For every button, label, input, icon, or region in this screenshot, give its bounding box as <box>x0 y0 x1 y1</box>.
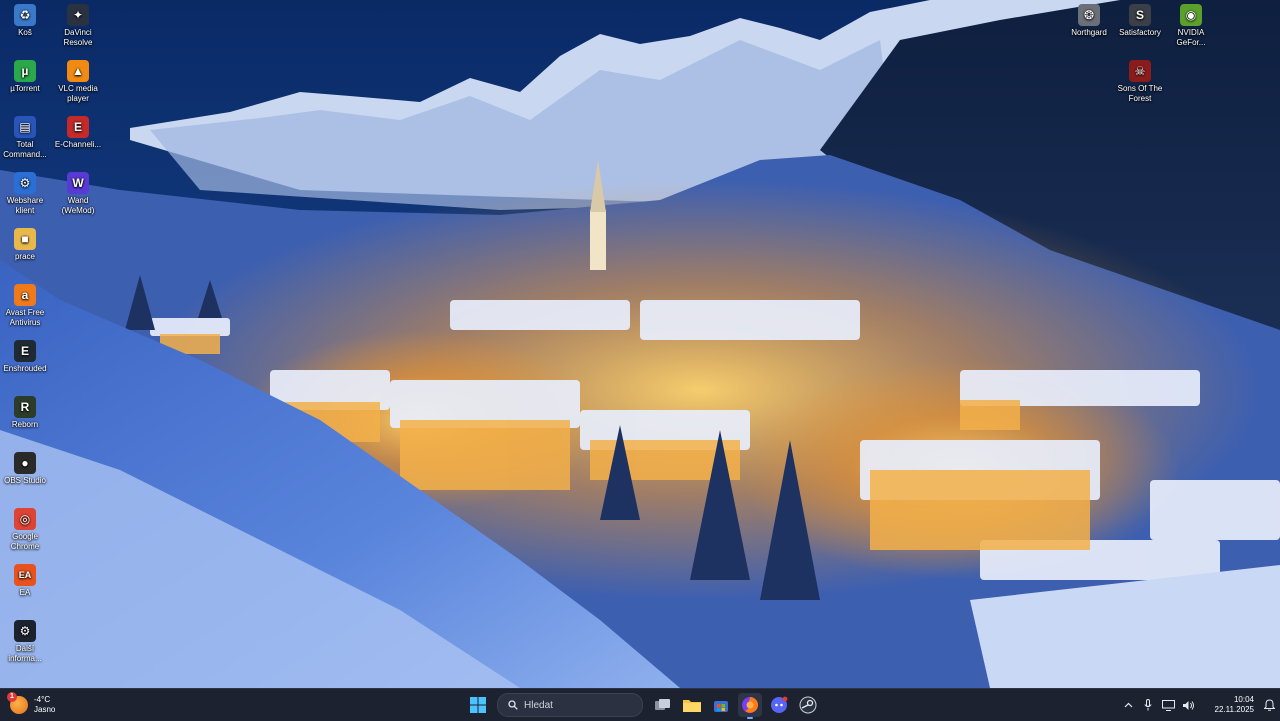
e-channelizer-icon: E <box>67 116 89 138</box>
chrome-icon: ◎ <box>14 508 36 530</box>
desktop-icon-avast[interactable]: a Avast Free Antivirus <box>0 284 50 328</box>
folder-icon <box>683 700 701 712</box>
weather-sun-icon: 1 <box>7 692 28 714</box>
store-icon <box>714 701 728 712</box>
desktop-icon-label: Northgard <box>1071 28 1107 37</box>
recycle-bin-icon: ♻ <box>14 4 36 26</box>
total-commander-icon: ▤ <box>14 116 36 138</box>
microphone-icon[interactable] <box>1138 693 1158 717</box>
tray-overflow-chevron-icon[interactable] <box>1118 693 1138 717</box>
desktop-icon-webshare[interactable]: ⚙ Webshare klient <box>0 172 50 216</box>
desktop-icon-label: prace <box>14 252 35 261</box>
folder-icon: ■ <box>14 228 36 250</box>
clock-date: 22.11.2025 <box>1214 705 1254 714</box>
taskbar: 1 -4°C Jasno Hledat 10:04 22.11.2025 <box>0 688 1280 721</box>
info-icon: ⚙ <box>14 620 36 642</box>
desktop-icon-label: Satisfactory <box>1119 28 1161 37</box>
discord-button[interactable] <box>767 693 791 717</box>
desktop-icon-label: µTorrent <box>10 84 40 93</box>
webshare-icon: ⚙ <box>14 172 36 194</box>
search-icon <box>508 700 518 710</box>
desktop-icon-sons-of-the-forest[interactable]: ☠ Sons Of The Forest <box>1115 60 1165 104</box>
reborn-icon: R <box>14 396 36 418</box>
search-placeholder: Hledat <box>524 699 553 711</box>
steam-icon <box>799 696 817 714</box>
desktop-icon-label: Enshrouded <box>3 364 47 373</box>
desktop-icon-utorrent[interactable]: µ µTorrent <box>0 60 50 94</box>
obs-icon: ● <box>14 452 36 474</box>
task-view-button[interactable] <box>651 693 675 717</box>
desktop-icon-wand[interactable]: W Wand (WeMod) <box>53 172 103 216</box>
task-view-icon <box>655 699 670 710</box>
desktop-icon-vlc[interactable]: ▲ VLC media player <box>53 60 103 104</box>
search-box[interactable]: Hledat <box>497 693 643 717</box>
desktop-icon-label: Webshare klient <box>6 196 44 215</box>
desktop-icon-label: E-Channeli... <box>54 140 102 149</box>
microsoft-store-button[interactable] <box>709 693 733 717</box>
enshrouded-icon: E <box>14 340 36 362</box>
desktop-icon-label: Další informa... <box>8 644 42 663</box>
desktop-icon-label: Koš <box>18 28 32 37</box>
desktop-icon-label: Avast Free Antivirus <box>5 308 45 327</box>
desktop-icon-label: Wand (WeMod) <box>61 196 95 215</box>
desktop-wallpaper <box>0 0 1280 688</box>
desktop-icon-label: OBS Studio <box>4 476 46 485</box>
desktop-icon-total-commander[interactable]: ▤ Total Command... <box>0 116 50 160</box>
desktop-icon-label: EA <box>19 588 31 597</box>
desktop-icon-label: Google Chrome <box>10 532 40 551</box>
desktop-icon-label: Reborn <box>11 420 39 429</box>
weather-temperature: -4°C <box>34 695 51 704</box>
weather-widget[interactable]: 1 -4°C Jasno <box>7 692 55 717</box>
notification-bell-icon[interactable] <box>1258 693 1280 717</box>
firefox-icon <box>742 697 758 713</box>
desktop-icon-nvidia[interactable]: ◉ NVIDIA GeFor... <box>1166 4 1216 48</box>
desktop-icon-northgard[interactable]: ❂ Northgard <box>1064 4 1114 38</box>
weather-condition: Jasno <box>34 705 56 714</box>
desktop-icon-label: NVIDIA GeFor... <box>1176 28 1206 47</box>
discord-icon <box>771 696 788 713</box>
desktop-icon-davinci-resolve[interactable]: ✦ DaVinci Resolve <box>53 4 103 48</box>
network-icon[interactable] <box>1158 693 1178 717</box>
desktop-icon-label: DaVinci Resolve <box>63 28 93 47</box>
northgard-icon: ❂ <box>1078 4 1100 26</box>
steam-button[interactable] <box>796 693 820 717</box>
desktop-icon-label: VLC media player <box>58 84 98 103</box>
ea-icon: EA <box>14 564 36 586</box>
file-explorer-button[interactable] <box>680 693 704 717</box>
desktop-icon-recycle-bin[interactable]: ♻ Koš <box>0 4 50 38</box>
taskbar-center: Hledat <box>466 693 825 719</box>
weather-text: -4°C Jasno <box>34 695 55 715</box>
start-button[interactable] <box>466 693 490 717</box>
davinci-resolve-icon: ✦ <box>67 4 89 26</box>
clock[interactable]: 10:04 22.11.2025 <box>1202 695 1254 715</box>
desktop-icon-ea[interactable]: EA EA <box>0 564 50 598</box>
avast-icon: a <box>14 284 36 306</box>
desktop-icon-folder[interactable]: ■ prace <box>0 228 50 262</box>
clock-time: 10:04 <box>1233 695 1254 704</box>
satisfactory-icon: S <box>1129 4 1151 26</box>
desktop-icon-e-channelizer[interactable]: E E-Channeli... <box>53 116 103 150</box>
vlc-icon: ▲ <box>67 60 89 82</box>
weather-badge: 1 <box>7 692 17 702</box>
sons-of-the-forest-icon: ☠ <box>1129 60 1151 82</box>
nvidia-icon: ◉ <box>1180 4 1202 26</box>
volume-icon[interactable] <box>1178 693 1198 717</box>
desktop-icon-chrome[interactable]: ◎ Google Chrome <box>0 508 50 552</box>
desktop-icon-satisfactory[interactable]: S Satisfactory <box>1115 4 1165 38</box>
desktop-icon-info[interactable]: ⚙ Další informa... <box>0 620 50 664</box>
desktop-icon-reborn[interactable]: R Reborn <box>0 396 50 430</box>
desktop-icon-obs[interactable]: ● OBS Studio <box>0 452 50 486</box>
windows-logo-icon <box>470 697 486 713</box>
firefox-button[interactable] <box>738 693 762 719</box>
utorrent-icon: µ <box>14 60 36 82</box>
wand-icon: W <box>67 172 89 194</box>
desktop-icon-label: Total Command... <box>3 140 47 159</box>
desktop-icon-enshrouded[interactable]: E Enshrouded <box>0 340 50 374</box>
desktop-icon-label: Sons Of The Forest <box>1117 84 1163 103</box>
system-tray: 10:04 22.11.2025 <box>1118 689 1280 721</box>
